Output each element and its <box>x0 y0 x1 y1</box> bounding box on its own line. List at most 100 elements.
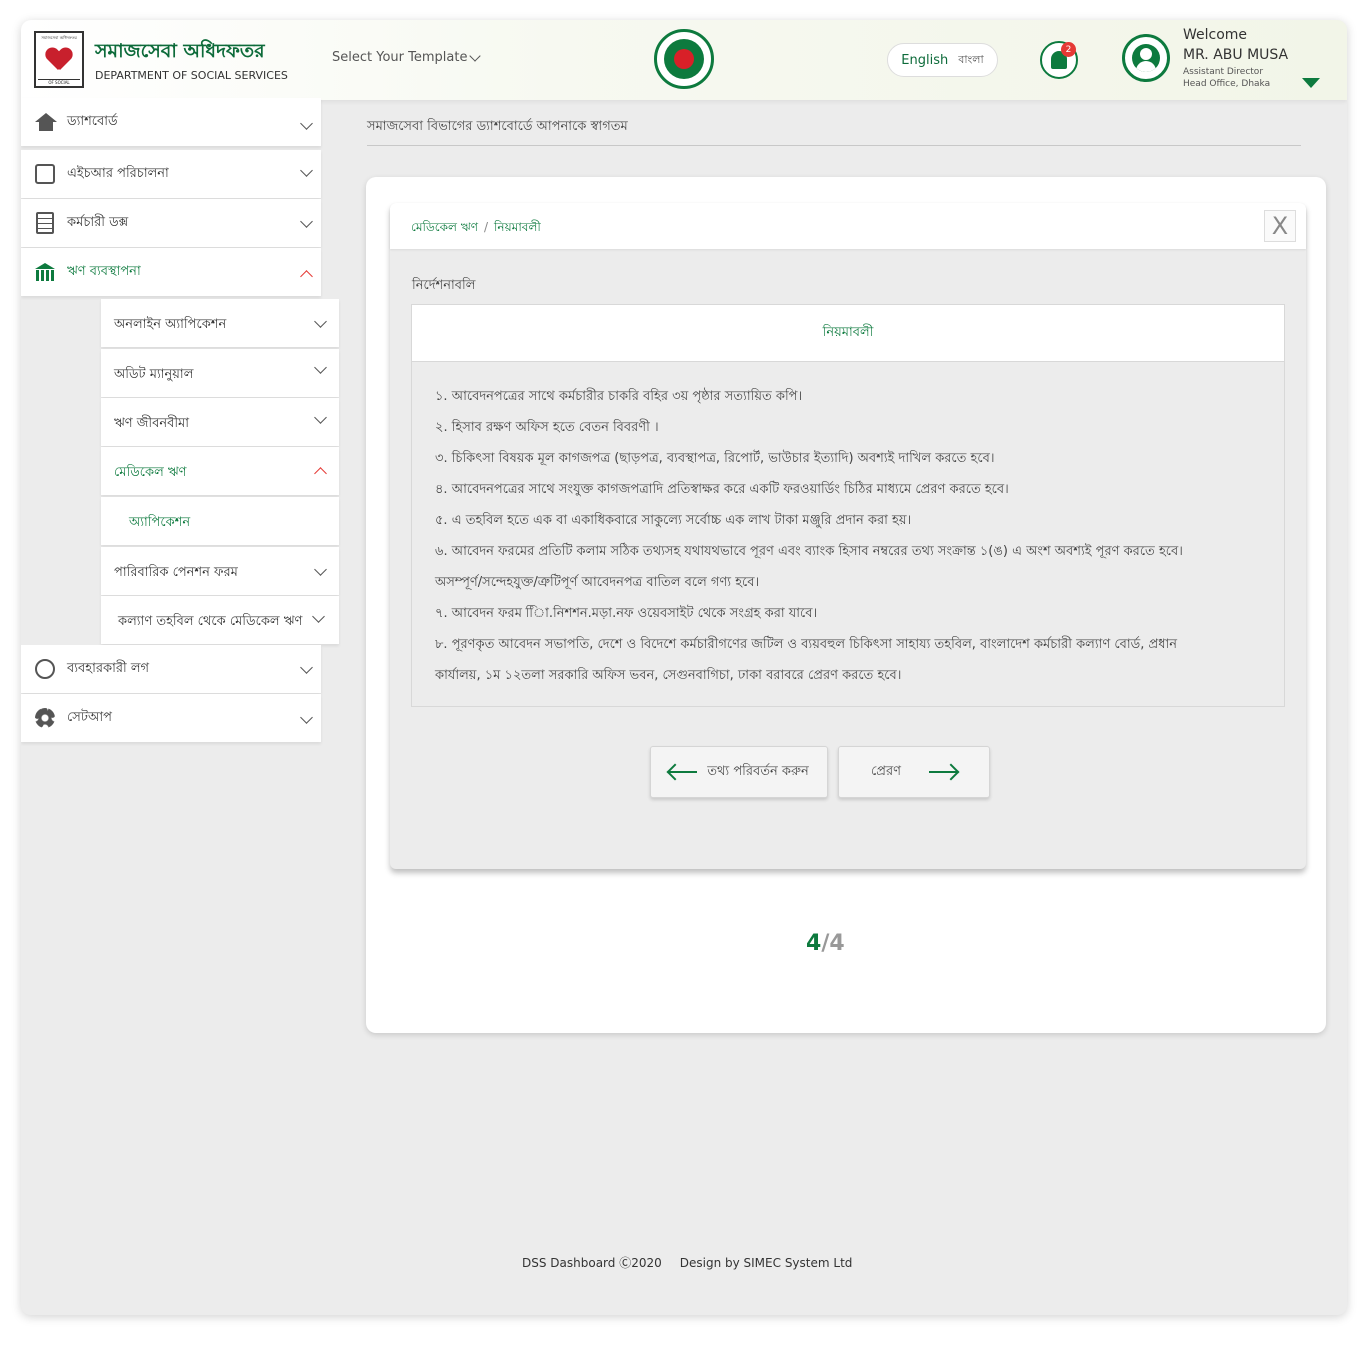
lang-bangla[interactable]: বাংলা <box>958 51 983 70</box>
breadcrumb-item: নিয়মাবলী <box>494 220 541 234</box>
submenu-label: ঋণ জীবনবীমা <box>114 416 190 431</box>
edit-info-button[interactable]: তথ্য পরিবর্তন করুন <box>650 746 828 798</box>
user-log-icon <box>33 657 57 681</box>
pager-total: 4 <box>829 931 845 956</box>
rules-list: ১. আবেদনপত্রের সাথে কর্মচারীর চাকরি বহির… <box>435 381 1265 691</box>
breadcrumb: মেডিকেল ঋণ / নিয়মাবলী <box>411 219 541 239</box>
user-role: Assistant Director <box>1183 67 1264 77</box>
sidebar-item-hr[interactable]: এইচআর পরিচালনা <box>21 150 321 198</box>
rule-item: অসম্পূর্ণ/সন্দেহযুক্ত/ত্রুটিপূর্ণ আবেদনপ… <box>435 575 760 590</box>
submenu-label: পারিবারিক পেনশন ফরম <box>114 565 238 580</box>
divider <box>367 145 1301 146</box>
chevron-down-icon <box>314 563 327 576</box>
submenu-application[interactable]: অ্যাপিকেশন <box>101 497 339 545</box>
rule-item: ৪. আবেদনপত্রের সাথে সংযুক্ত কাগজপত্রাদি … <box>435 482 1009 497</box>
government-seal-icon <box>654 29 714 89</box>
sidebar-item-user-log[interactable]: ব্যবহারকারী লগ <box>21 645 321 693</box>
gear-icon <box>33 706 57 730</box>
submenu-label: কল্যাণ তহবিল থেকে মেডিকেল ঋণ <box>118 614 303 629</box>
sidebar-item-loan-management[interactable]: ঋণ ব্যবস্থাপনা <box>21 248 321 296</box>
bank-icon <box>33 260 57 284</box>
logo-caption-bottom: OF SOCIAL <box>38 79 80 85</box>
breadcrumb-separator: / <box>483 220 488 234</box>
home-icon <box>33 110 57 134</box>
arrow-left-icon <box>669 771 698 773</box>
template-select[interactable]: Select Your Template <box>332 49 482 65</box>
chevron-down-icon <box>469 49 482 62</box>
submenu-online-application[interactable]: অনলাইন অ্যাপিকেশন <box>101 299 339 347</box>
pager-current: 4 <box>806 931 822 956</box>
edit-info-button-label: তথ্য পরিবর্তন করুন <box>707 763 809 779</box>
sidebar-item-setup[interactable]: সেটআপ <box>21 694 321 742</box>
sidebar-item-dashboard[interactable]: ড্যাশবোর্ড <box>21 98 321 146</box>
footer-copyright: DSS Dashboard Ⓒ2020 <box>522 1256 662 1270</box>
language-toggle[interactable]: English বাংলা <box>887 43 998 77</box>
user-name: MR. ABU MUSA <box>1183 47 1289 63</box>
rule-item: ৮. পূরণকৃত আবেদন সভাপতি, দেশে ও বিদেশে ক… <box>435 637 1178 652</box>
modal-header: মেডিকেল ঋণ / নিয়মাবলী X <box>390 203 1306 249</box>
notification-badge: 2 <box>1061 42 1076 57</box>
send-button[interactable]: প্রেরণ <box>838 746 990 798</box>
submenu-medical-loan[interactable]: মেডিকেল ঋণ <box>101 447 339 495</box>
chevron-up-icon <box>300 270 313 283</box>
welcome-text: Welcome <box>1183 27 1248 43</box>
user-office: Head Office, Dhaka <box>1183 79 1271 89</box>
heart-icon <box>46 48 72 72</box>
submenu-label: অডিট ম্যানুয়াল <box>114 367 194 382</box>
submenu-label: মেডিকেল ঋণ <box>114 465 187 480</box>
top-header: সমাজসেবা অধিদফতর OF SOCIAL সমাজসেবা অধিদ… <box>21 20 1347 100</box>
avatar[interactable] <box>1122 34 1170 82</box>
chevron-down-icon <box>314 361 327 374</box>
submenu-loan-insurance[interactable]: ঋণ জীবনবীমা <box>101 398 339 446</box>
rule-item: কার্যালয়, ১ম ১২তলা সরকারি অফিস ভবন, সেগ… <box>435 668 902 683</box>
chevron-up-icon <box>314 467 327 480</box>
rule-item: ৫. এ তহবিল হতে এক বা একাধিকবারে সাকুল্যে… <box>435 513 912 528</box>
chevron-down-icon <box>314 315 327 328</box>
hr-icon <box>33 162 57 186</box>
logo-caption-top: সমাজসেবা অধিদফতর <box>41 35 77 40</box>
rules-title-bar: নিয়মাবলী <box>412 305 1284 362</box>
footer: DSS Dashboard Ⓒ2020 Design by SIMEC Syste… <box>522 1254 852 1271</box>
main-card: মেডিকেল ঋণ / নিয়মাবলী X নির্দেশনাবলি নিয়… <box>366 177 1326 1033</box>
page-welcome-line: সমাজসেবা বিভাগের ড্যাশবোর্ডে আপনাকে স্বা… <box>367 119 628 134</box>
submenu-family-pension-form[interactable]: পারিবারিক পেনশন ফরম <box>101 547 339 595</box>
brand-title-bn: সমাজসেবা অধিদফতর <box>95 40 265 62</box>
close-button[interactable]: X <box>1264 210 1296 242</box>
breadcrumb-item[interactable]: মেডিকেল ঋণ <box>411 220 478 234</box>
sidebar-item-label: কর্মচারী ডক্স <box>67 214 129 230</box>
rule-item: ৩. চিকিৎসা বিষয়ক মূল কাগজপত্র (ছাড়পত্র… <box>435 451 995 466</box>
arrow-right-icon <box>929 771 957 773</box>
dss-logo: সমাজসেবা অধিদফতর OF SOCIAL <box>34 31 84 88</box>
submenu-audit-manual[interactable]: অডিট ম্যানুয়াল <box>101 349 339 397</box>
chevron-down-icon <box>300 661 313 674</box>
user-icon <box>1132 44 1160 72</box>
submenu-label: অ্যাপিকেশন <box>129 515 191 530</box>
chevron-down-icon <box>314 411 327 424</box>
rule-item: ৭. আবেদন ফরম ািি.নিশশন.মড়া.নফ ওয়েবসাইট… <box>435 606 818 621</box>
chevron-down-icon <box>300 215 313 228</box>
sidebar-item-label: ঋণ ব্যবস্থাপনা <box>67 263 141 279</box>
footer-design-credit: Design by SIMEC System Ltd <box>679 1256 853 1270</box>
chevron-down-icon <box>300 711 313 724</box>
rule-item: ২. হিসাব রক্ষণ অফিস হতে বেতন বিবরণী । <box>435 420 659 435</box>
chevron-down-icon <box>300 117 313 130</box>
document-icon <box>33 211 57 235</box>
user-menu-caret-icon[interactable] <box>1302 78 1320 88</box>
send-button-label: প্রেরণ <box>871 763 901 779</box>
rules-panel: নিয়মাবলী ১. আবেদনপত্রের সাথে কর্মচারীর … <box>411 304 1285 707</box>
rule-item: ১. আবেদনপত্রের সাথে কর্মচারীর চাকরি বহির… <box>435 389 803 404</box>
rule-item: ৬. আবেদন ফরমের প্রতিটি কলাম সঠিক তথ্যসহ … <box>435 544 1183 559</box>
brand-title-en: DEPARTMENT OF SOCIAL SERVICES <box>95 69 288 82</box>
sidebar-item-label: ব্যবহারকারী লগ <box>67 660 150 676</box>
chevron-down-icon <box>300 164 313 177</box>
lang-english[interactable]: English <box>901 53 948 68</box>
sidebar-item-label: এইচআর পরিচালনা <box>67 165 169 181</box>
step-pager: 4/4 <box>806 931 845 956</box>
instructions-label: নির্দেশনাবলি <box>412 278 476 293</box>
submenu-label: অনলাইন অ্যাপিকেশন <box>114 317 227 332</box>
submenu-welfare-fund-medical-loan[interactable]: কল্যাণ তহবিল থেকে মেডিকেল ঋণ <box>101 596 339 644</box>
sidebar-item-label: ড্যাশবোর্ড <box>67 113 118 129</box>
sidebar-item-employee-docs[interactable]: কর্মচারী ডক্স <box>21 199 321 247</box>
template-select-label: Select Your Template <box>332 50 468 65</box>
chevron-down-icon <box>312 610 325 623</box>
